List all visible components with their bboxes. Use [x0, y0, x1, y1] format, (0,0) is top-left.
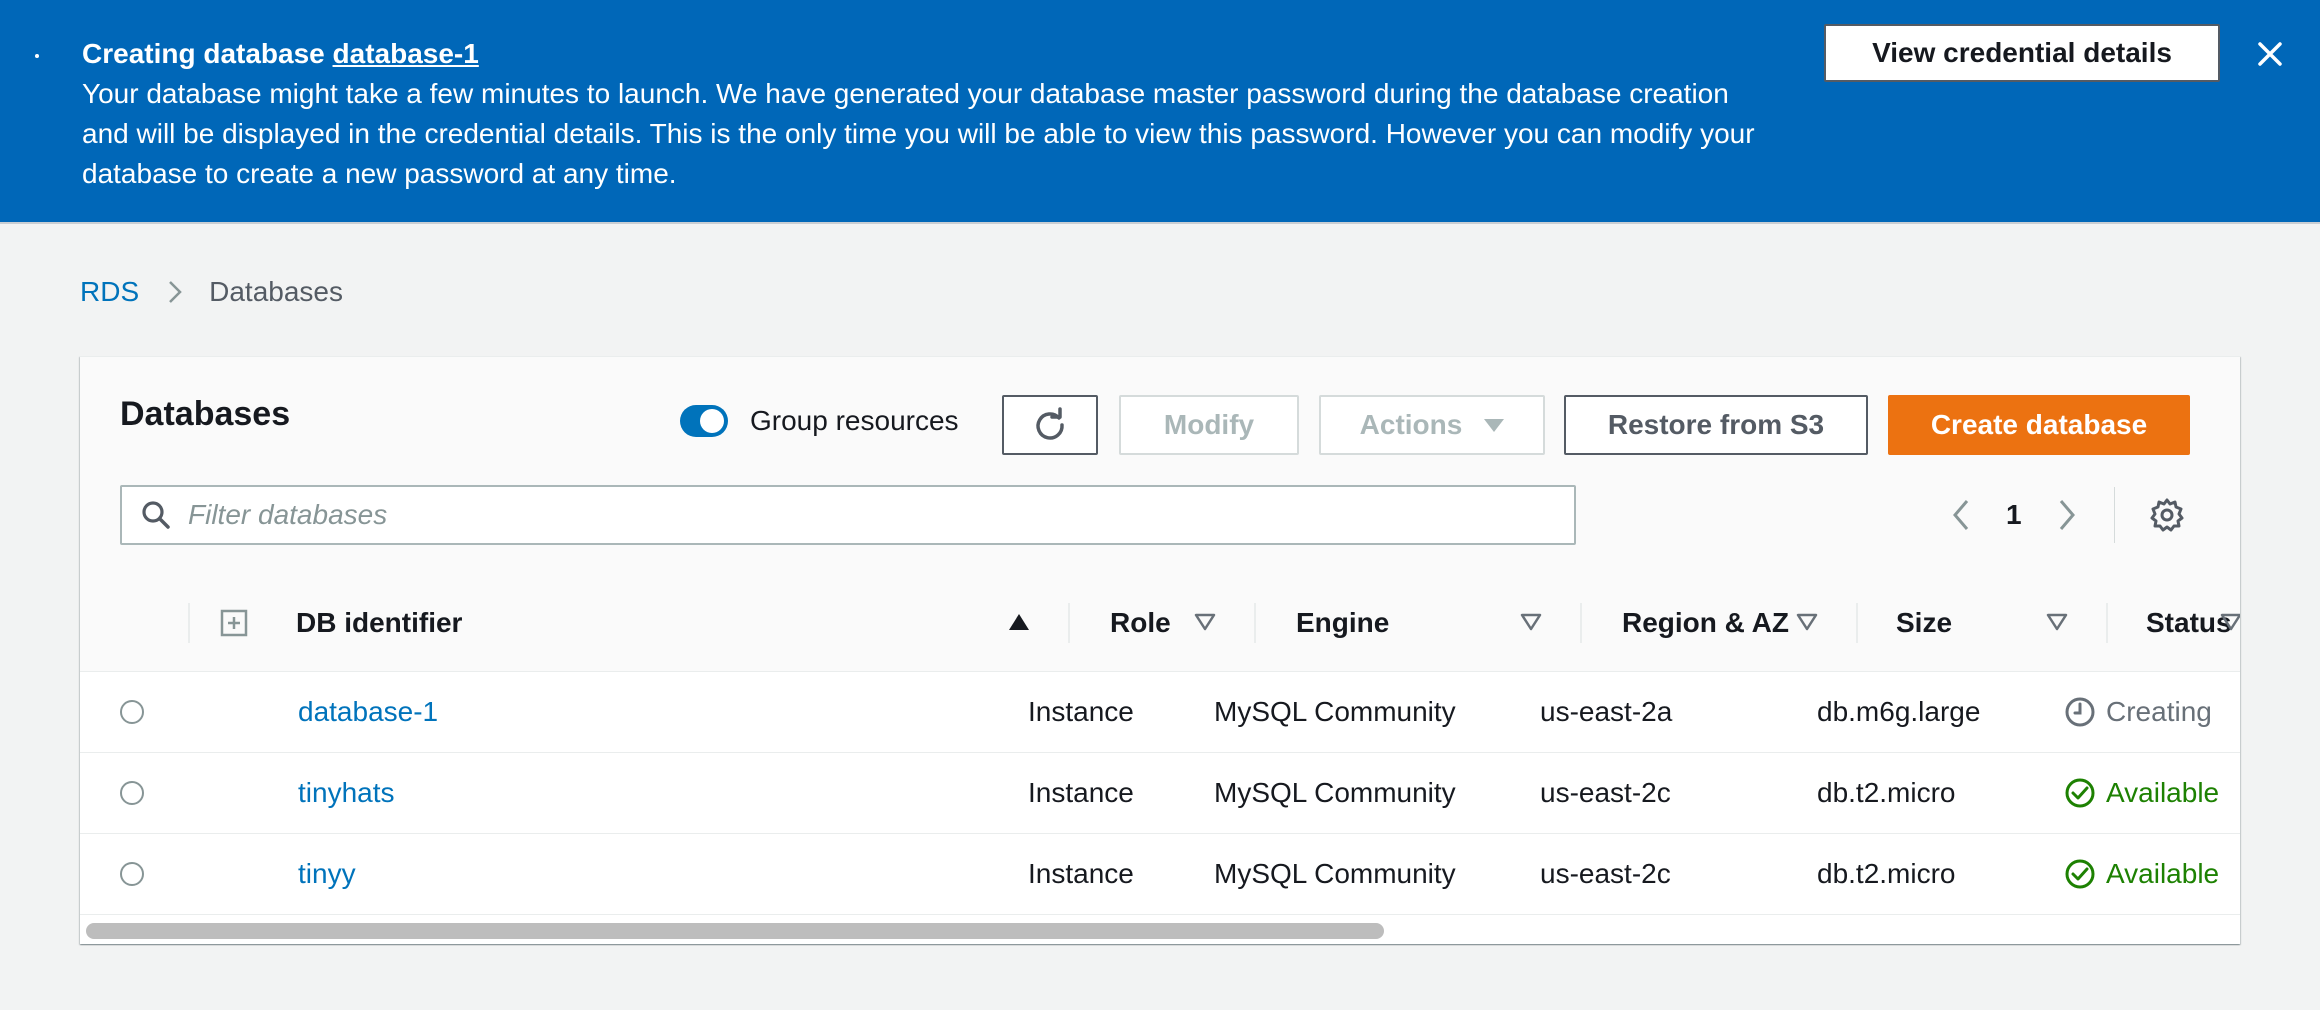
db-identifier-link[interactable]: tinyhats: [298, 777, 395, 809]
column-label-region-az: Region & AZ: [1622, 607, 1789, 638]
cell-size: db.t2.micro: [1817, 777, 1956, 808]
clock-icon: [2064, 696, 2096, 728]
page-number[interactable]: 1: [2006, 499, 2022, 531]
flash-title-prefix: Creating database: [82, 38, 333, 69]
panel-title: Databases: [120, 395, 291, 433]
next-page-icon[interactable]: [2056, 497, 2078, 533]
cell-size: db.m6g.large: [1817, 696, 1981, 727]
chevron-right-icon: [167, 279, 183, 305]
sort-ascending-icon[interactable]: [1008, 613, 1030, 631]
cell-role: Instance: [1028, 777, 1134, 808]
breadcrumb-current: Databases: [209, 276, 343, 307]
row-select-radio[interactable]: [120, 781, 144, 805]
table-row[interactable]: database-1 Instance MySQL Community us-e…: [80, 672, 2240, 753]
cell-size: db.t2.micro: [1817, 858, 1956, 889]
check-circle-icon: [2064, 777, 2096, 809]
sort-icon[interactable]: [2220, 613, 2240, 631]
sort-icon[interactable]: [1194, 613, 1216, 631]
create-database-button[interactable]: Create database: [1888, 395, 2190, 455]
actions-button[interactable]: Actions: [1319, 395, 1545, 455]
status-badge: Available: [2064, 753, 2219, 833]
previous-page-icon[interactable]: [1950, 497, 1972, 533]
row-select-radio[interactable]: [120, 700, 144, 724]
cell-engine: MySQL Community: [1214, 696, 1456, 727]
group-resources-toggle[interactable]: [680, 405, 728, 437]
breadcrumb-rds-link[interactable]: RDS: [80, 276, 139, 308]
sort-icon[interactable]: [1796, 613, 1818, 631]
modify-button[interactable]: Modify: [1119, 395, 1299, 455]
column-label-role: Role: [1110, 607, 1171, 638]
breadcrumb: RDS Databases: [80, 276, 343, 308]
column-header-db-identifier[interactable]: DB identifier: [268, 575, 1068, 671]
flash-database-link[interactable]: database-1: [333, 38, 479, 69]
table-row[interactable]: tinyy Instance MySQL Community us-east-2…: [80, 834, 2240, 915]
column-header-role[interactable]: Role: [1068, 575, 1254, 671]
filter-databases: [120, 485, 1576, 545]
column-header-status[interactable]: Status: [2106, 575, 2240, 671]
row-select-radio[interactable]: [120, 862, 144, 886]
column-label-db-identifier: DB identifier: [296, 607, 463, 638]
databases-panel: Databases Group resources Modify Actions…: [80, 356, 2240, 944]
filter-databases-input[interactable]: [186, 498, 1530, 532]
caret-down-icon: [1484, 418, 1505, 432]
column-header-region-az[interactable]: Region & AZ: [1580, 575, 1856, 671]
cell-engine: MySQL Community: [1214, 777, 1456, 808]
column-label-engine: Engine: [1296, 607, 1390, 638]
cell-region: us-east-2a: [1540, 696, 1673, 727]
column-label-size: Size: [1896, 607, 1953, 638]
sort-icon[interactable]: [1520, 613, 1542, 631]
column-label-status: Status: [2146, 607, 2232, 638]
db-identifier-link[interactable]: database-1: [298, 696, 438, 728]
status-badge: Available: [2064, 834, 2219, 914]
cell-role: Instance: [1028, 696, 1134, 727]
expand-all-icon[interactable]: [220, 609, 248, 637]
actions-label: Actions: [1359, 409, 1463, 440]
sort-icon[interactable]: [2046, 613, 2068, 631]
restore-from-s3-button[interactable]: Restore from S3: [1564, 395, 1868, 455]
status-text: Creating: [2106, 696, 2212, 727]
horizontal-scrollbar[interactable]: [86, 923, 1384, 939]
group-resources: Group resources: [680, 405, 959, 437]
status-text: Available: [2106, 777, 2220, 808]
refresh-icon: [1032, 407, 1068, 443]
view-credential-details-button[interactable]: View credential details: [1824, 24, 2220, 82]
cell-engine: MySQL Community: [1214, 858, 1456, 889]
column-header-size[interactable]: Size: [1856, 575, 2106, 671]
flash-title: Creating database database-1: [82, 34, 1782, 74]
flash-content: Creating database database-1 Your databa…: [82, 34, 1782, 194]
gear-icon[interactable]: [2149, 497, 2185, 533]
db-identifier-link[interactable]: tinyy: [298, 858, 356, 890]
table-row[interactable]: tinyhats Instance MySQL Community us-eas…: [80, 753, 2240, 834]
refresh-button[interactable]: [1002, 395, 1098, 455]
group-resources-label: Group resources: [750, 405, 959, 436]
search-icon: [140, 499, 172, 531]
cell-region: us-east-2c: [1540, 777, 1671, 808]
bullet-icon: [35, 54, 39, 58]
status-text: Available: [2106, 858, 2220, 889]
cell-role: Instance: [1028, 858, 1134, 889]
table-header: DB identifier Role Engine Region & AZ Si…: [80, 575, 2240, 672]
flash-banner: Creating database database-1 Your databa…: [0, 0, 2320, 224]
pager-divider: [2113, 487, 2115, 543]
cell-region: us-east-2c: [1540, 858, 1671, 889]
close-icon[interactable]: [2252, 36, 2288, 72]
flash-message: Your database might take a few minutes t…: [82, 78, 1755, 189]
check-circle-icon: [2064, 858, 2096, 890]
column-header-engine[interactable]: Engine: [1254, 575, 1580, 671]
pagination: 1: [1950, 485, 2185, 545]
status-badge: Creating: [2064, 672, 2212, 752]
